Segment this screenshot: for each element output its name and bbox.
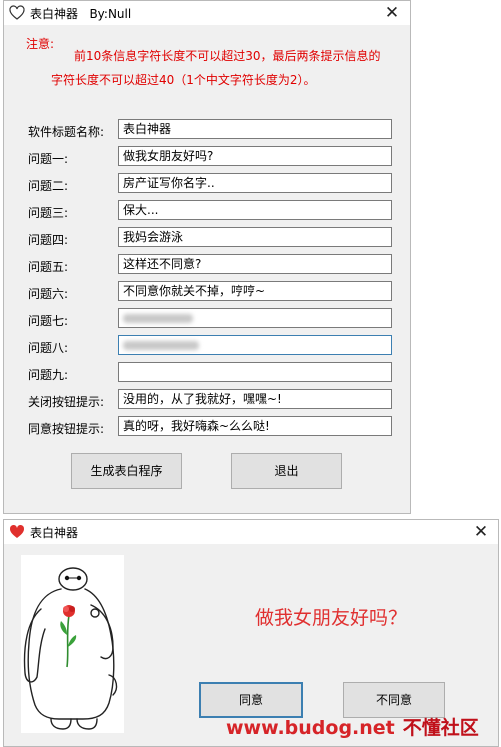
app-title-label: 软件标题名称:: [28, 125, 105, 139]
redacted-text: [123, 341, 199, 350]
watermark: www.budog.net 不懂社区: [226, 713, 479, 740]
question7-input[interactable]: [118, 308, 392, 328]
baymax-rose-illustration: [21, 555, 124, 733]
question1-label: 问题一:: [28, 152, 69, 166]
question5-label: 问题五:: [28, 260, 69, 274]
watermark-url: www.budog.net: [226, 717, 395, 739]
question3-input[interactable]: 保大...: [118, 200, 392, 220]
close-icon[interactable]: ✕: [377, 1, 407, 25]
preview-title: 表白神器: [30, 526, 79, 540]
agree-hint-input[interactable]: 真的呀，我好嗨森~么么哒!: [118, 416, 392, 436]
question3-label: 问题三:: [28, 206, 69, 220]
watermark-name: 不懂社区: [402, 717, 479, 739]
heart-outline-icon: [9, 5, 25, 20]
question9-label: 问题九:: [28, 368, 69, 382]
question8-input[interactable]: [118, 335, 392, 355]
question4-label: 问题四:: [28, 233, 69, 247]
redacted-text: [123, 314, 193, 323]
question8-label: 问题八:: [28, 341, 69, 355]
question5-input[interactable]: 这样还不同意?: [118, 254, 392, 274]
question-text: 做我女朋友好吗？: [254, 607, 407, 629]
preview-titlebar: 表白神器 ✕: [4, 520, 498, 544]
generator-titlebar: 表白神器 By:Null ✕: [4, 1, 410, 25]
question7-label: 问题七:: [28, 314, 69, 328]
close-hint-label: 关闭按钮提示:: [28, 395, 105, 409]
question2-input[interactable]: 房产证写你名字..: [118, 173, 392, 193]
notice-text-line1: 前10条信息字符长度不可以超过30，最后两条提示信息的: [74, 49, 381, 63]
question1-input[interactable]: 做我女朋友好吗?: [118, 146, 392, 166]
question6-input[interactable]: 不同意你就关不掉，哼哼~: [118, 281, 392, 301]
heart-icon: [9, 524, 25, 538]
notice-label: 注意:: [26, 37, 55, 51]
question6-label: 问题六:: [28, 287, 69, 301]
agree-hint-label: 同意按钮提示:: [28, 422, 105, 436]
question4-input[interactable]: 我妈会游泳: [118, 227, 392, 247]
close-hint-input[interactable]: 没用的，从了我就好，嘿嘿~!: [118, 389, 392, 409]
generate-button[interactable]: 生成表白程序: [71, 453, 182, 489]
generator-title: 表白神器 By:Null: [30, 7, 132, 21]
question9-input[interactable]: [118, 362, 392, 382]
app-title-input[interactable]: 表白神器: [118, 119, 392, 139]
exit-button[interactable]: 退出: [231, 453, 342, 489]
generator-window: 表白神器 By:Null ✕ 注意: 前10条信息字符长度不可以超过30，最后两…: [3, 0, 411, 514]
close-icon[interactable]: ✕: [466, 520, 496, 544]
notice-text-line2: 字符长度不可以超过40（1个中文字符长度为2）。: [51, 73, 316, 87]
question2-label: 问题二:: [28, 179, 69, 193]
